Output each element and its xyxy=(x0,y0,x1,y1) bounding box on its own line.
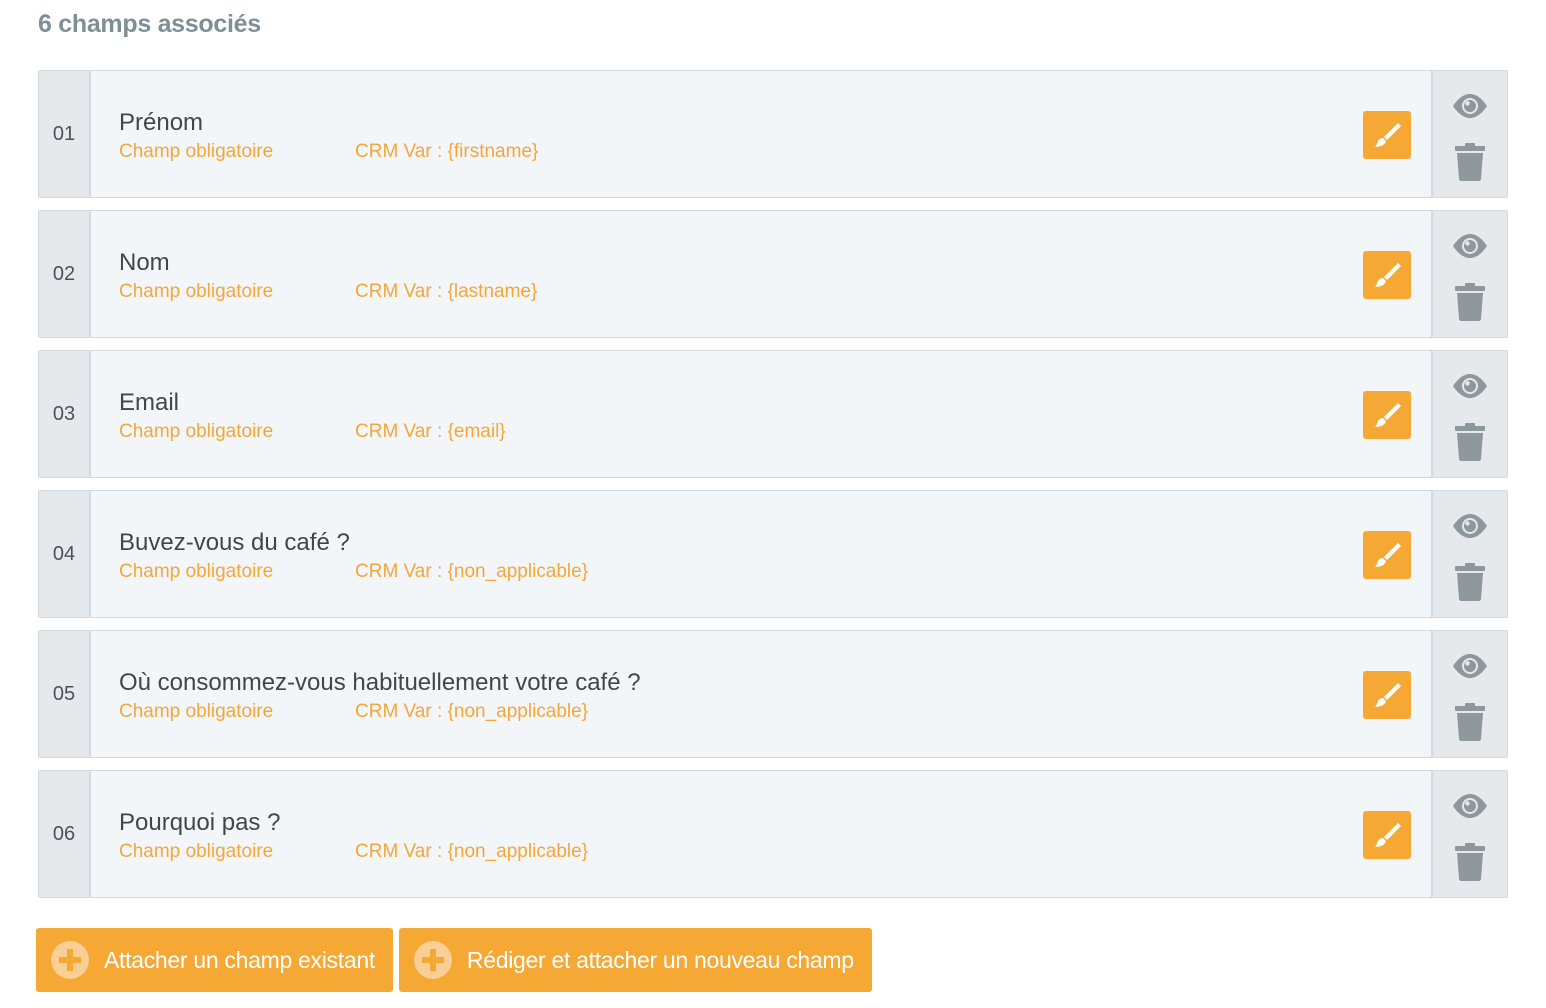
field-title: Prénom xyxy=(119,109,204,136)
field-info: Prénom Champ obligatoire CRM Var : {first… xyxy=(119,107,538,165)
field-list: 01 Prénom Champ obligatoire CRM Var : {fi… xyxy=(38,70,1508,898)
bottom-actions: Attacher un champ existant Rédiger et at… xyxy=(36,928,872,992)
field-number: 02 xyxy=(39,211,91,337)
field-number: 04 xyxy=(39,491,91,617)
trash-icon[interactable] xyxy=(1454,283,1486,321)
field-actions xyxy=(1431,631,1507,757)
brush-icon xyxy=(1375,403,1401,427)
eye-icon[interactable] xyxy=(1451,793,1489,819)
brush-icon xyxy=(1375,683,1401,707)
field-info: Email Champ obligatoire CRM Var : {email} xyxy=(119,387,506,445)
required-label: Champ obligatoire xyxy=(119,421,274,442)
edit-field-button[interactable] xyxy=(1363,531,1411,579)
field-meta: Champ obligatoire CRM Var : {email} xyxy=(119,419,506,445)
trash-icon[interactable] xyxy=(1454,423,1486,461)
field-info: Buvez-vous du café ? Champ obligatoire CR… xyxy=(119,527,588,585)
eye-icon[interactable] xyxy=(1451,513,1489,539)
required-label: Champ obligatoire xyxy=(119,281,274,302)
edit-field-button[interactable] xyxy=(1363,811,1411,859)
field-meta: Champ obligatoire CRM Var : {non_applicab… xyxy=(119,559,588,585)
brush-icon xyxy=(1375,543,1401,567)
attach-existing-field-button[interactable]: Attacher un champ existant xyxy=(36,928,393,992)
eye-icon[interactable] xyxy=(1451,653,1489,679)
required-label: Champ obligatoire xyxy=(119,841,274,862)
crm-var-label: CRM Var : {non_applicable} xyxy=(355,561,589,582)
required-label: Champ obligatoire xyxy=(119,701,274,722)
trash-icon[interactable] xyxy=(1454,143,1486,181)
field-actions xyxy=(1431,491,1507,617)
field-number: 03 xyxy=(39,351,91,477)
field-info: Nom Champ obligatoire CRM Var : {lastname… xyxy=(119,247,537,305)
brush-icon xyxy=(1375,823,1401,847)
field-title: Où consommez-vous habituellement votre c… xyxy=(119,669,641,696)
edit-field-button[interactable] xyxy=(1363,671,1411,719)
crm-var-label: CRM Var : {non_applicable} xyxy=(355,701,589,722)
field-actions xyxy=(1431,211,1507,337)
plus-circle-icon xyxy=(413,941,452,979)
crm-var-label: CRM Var : {non_applicable} xyxy=(355,841,589,862)
field-number: 06 xyxy=(39,771,91,897)
crm-var-label: CRM Var : {lastname} xyxy=(355,281,538,302)
field-row: 02 Nom Champ obligatoire CRM Var : {lastn… xyxy=(38,210,1508,338)
field-info: Pourquoi pas ? Champ obligatoire CRM Var … xyxy=(119,807,588,865)
brush-icon xyxy=(1375,123,1401,147)
field-actions xyxy=(1431,71,1507,197)
field-meta: Champ obligatoire CRM Var : {non_applicab… xyxy=(119,699,641,725)
required-label: Champ obligatoire xyxy=(119,141,274,162)
field-meta: Champ obligatoire CRM Var : {non_applicab… xyxy=(119,839,588,865)
crm-var-label: CRM Var : {firstname} xyxy=(355,141,539,162)
eye-icon[interactable] xyxy=(1451,373,1489,399)
field-row: 01 Prénom Champ obligatoire CRM Var : {fi… xyxy=(38,70,1508,198)
required-label: Champ obligatoire xyxy=(119,561,274,582)
field-actions xyxy=(1431,351,1507,477)
attach-existing-label: Attacher un champ existant xyxy=(104,946,375,973)
brush-icon xyxy=(1375,263,1401,287)
eye-icon[interactable] xyxy=(1451,93,1489,119)
field-actions xyxy=(1431,771,1507,897)
trash-icon[interactable] xyxy=(1454,703,1486,741)
plus-circle-icon xyxy=(51,941,89,979)
page-title: 6 champs associés xyxy=(38,10,261,38)
trash-icon[interactable] xyxy=(1454,843,1486,881)
field-number: 05 xyxy=(39,631,91,757)
write-new-label: Rédiger et attacher un nouveau champ xyxy=(466,946,854,973)
eye-icon[interactable] xyxy=(1451,233,1489,259)
field-title: Buvez-vous du café ? xyxy=(119,529,350,556)
field-title: Email xyxy=(119,389,180,416)
trash-icon[interactable] xyxy=(1454,563,1486,601)
edit-field-button[interactable] xyxy=(1363,391,1411,439)
edit-field-button[interactable] xyxy=(1363,111,1411,159)
field-meta: Champ obligatoire CRM Var : {firstname} xyxy=(119,139,538,165)
field-row: 06 Pourquoi pas ? Champ obligatoire CRM V… xyxy=(38,770,1508,898)
field-row: 05 Où consommez-vous habituellement votr… xyxy=(38,630,1508,758)
field-row: 04 Buvez-vous du café ? Champ obligatoir… xyxy=(38,490,1508,618)
field-row: 03 Email Champ obligatoire CRM Var : {ema… xyxy=(38,350,1508,478)
write-new-field-button[interactable]: Rédiger et attacher un nouveau champ xyxy=(398,928,872,992)
edit-field-button[interactable] xyxy=(1363,251,1411,299)
crm-var-label: CRM Var : {email} xyxy=(355,421,506,442)
field-meta: Champ obligatoire CRM Var : {lastname} xyxy=(119,279,537,305)
field-title: Nom xyxy=(119,249,170,276)
field-info: Où consommez-vous habituellement votre c… xyxy=(119,667,641,725)
field-title: Pourquoi pas ? xyxy=(119,809,281,836)
field-number: 01 xyxy=(39,71,91,197)
